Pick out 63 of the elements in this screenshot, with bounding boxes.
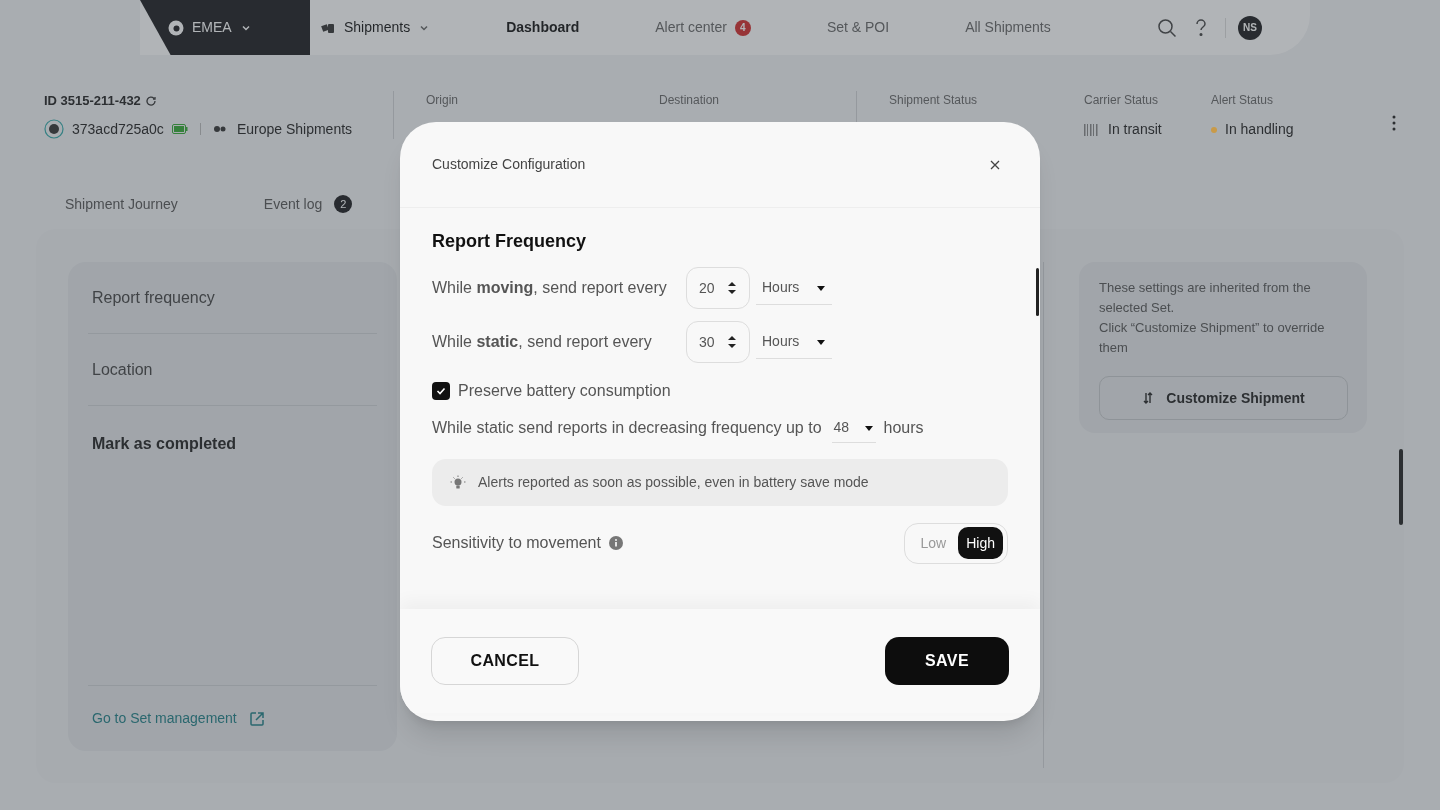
external-link-icon bbox=[248, 710, 265, 727]
sidebar-heading[interactable]: Mark as completed bbox=[88, 432, 377, 456]
field-label: Destination bbox=[659, 92, 721, 109]
user-avatar[interactable]: NS bbox=[1238, 15, 1262, 40]
field-label: Shipment Status bbox=[889, 92, 979, 109]
field-value: In transit bbox=[1108, 120, 1162, 139]
cancel-button[interactable]: CANCEL bbox=[431, 637, 579, 685]
field-value: In handling bbox=[1225, 120, 1294, 139]
barcode-icon bbox=[1084, 123, 1100, 136]
set-name: Europe Shipments bbox=[236, 119, 353, 139]
checkbox-label: Preserve battery consumption bbox=[458, 381, 671, 401]
field-label: Carrier Status bbox=[1084, 92, 1160, 109]
nav-item[interactable]: Shipments bbox=[318, 17, 433, 38]
nav-item[interactable]: Dashboard bbox=[504, 17, 582, 38]
brand-logo-icon bbox=[168, 19, 184, 36]
field-label: Origin bbox=[426, 92, 459, 109]
number-stepper[interactable]: 20 bbox=[686, 267, 750, 309]
refresh-icon[interactable] bbox=[144, 94, 157, 107]
scrollbar-thumb bbox=[1036, 268, 1039, 316]
sidebar-item[interactable]: Report frequency bbox=[88, 262, 377, 334]
nav-item[interactable]: Alert center 4 bbox=[653, 17, 753, 38]
help-icon[interactable] bbox=[1193, 17, 1209, 38]
field-label: Alert Status bbox=[1211, 92, 1275, 109]
stepper-arrows-icon bbox=[727, 334, 737, 350]
search-icon[interactable] bbox=[1157, 17, 1177, 38]
close-icon[interactable] bbox=[990, 159, 1000, 170]
sort-arrows-icon bbox=[1142, 392, 1155, 404]
more-menu-icon[interactable] bbox=[1392, 115, 1396, 131]
limit-dropdown[interactable]: 48 bbox=[831, 413, 876, 443]
sensitivity-label: Sensitivity to movement bbox=[432, 533, 601, 553]
section-heading: Report Frequency bbox=[432, 230, 588, 253]
region-selector[interactable]: EMEA bbox=[140, 0, 310, 55]
interval-label: While moving, send report every bbox=[432, 278, 668, 298]
tag-icon bbox=[44, 119, 64, 139]
checkmark-icon bbox=[435, 385, 447, 397]
tab[interactable]: Event log 2 bbox=[263, 193, 353, 215]
unit-dropdown[interactable]: Hours bbox=[756, 325, 832, 359]
nav-item[interactable]: All Shipments bbox=[963, 17, 1053, 38]
lightbulb-icon bbox=[450, 474, 466, 491]
shipment-id: ID 3515-211-432 bbox=[44, 92, 141, 110]
info-note: Alerts reported as soon as possible, even in battery save mode bbox=[432, 459, 1008, 506]
nav-item[interactable]: Set & POI bbox=[824, 17, 892, 38]
info-icon bbox=[608, 536, 623, 550]
frequency-label: While static send reports in decreasing frequency up to bbox=[432, 418, 822, 438]
alert-count-badge: 4 bbox=[734, 19, 751, 36]
stepper-arrows-icon bbox=[727, 280, 737, 296]
info-text: These settings are inherited from the selected Set. bbox=[1099, 279, 1312, 317]
customize-shipment-button[interactable]: Customize Shipment bbox=[1099, 376, 1348, 420]
toggle-option[interactable]: High bbox=[958, 527, 1003, 559]
sidebar-item[interactable]: Location bbox=[88, 334, 377, 406]
count-badge: 2 bbox=[334, 195, 353, 213]
unit-dropdown[interactable]: Hours bbox=[756, 271, 832, 305]
device-id: 373acd725a0c bbox=[72, 119, 164, 139]
number-stepper[interactable]: 30 bbox=[686, 321, 750, 363]
unit-label: hours bbox=[883, 418, 924, 438]
save-button[interactable]: SAVE bbox=[885, 637, 1009, 685]
region-label: EMEA bbox=[192, 18, 232, 37]
dialog-title: Customize Configuration bbox=[432, 155, 586, 174]
battery-icon bbox=[171, 123, 188, 135]
interval-label: While static, send report every bbox=[432, 332, 653, 352]
tab[interactable]: Shipment Journey bbox=[65, 193, 178, 215]
info-text: Click “Customize Shipment” to override them bbox=[1099, 319, 1326, 357]
checkbox[interactable] bbox=[432, 382, 450, 400]
